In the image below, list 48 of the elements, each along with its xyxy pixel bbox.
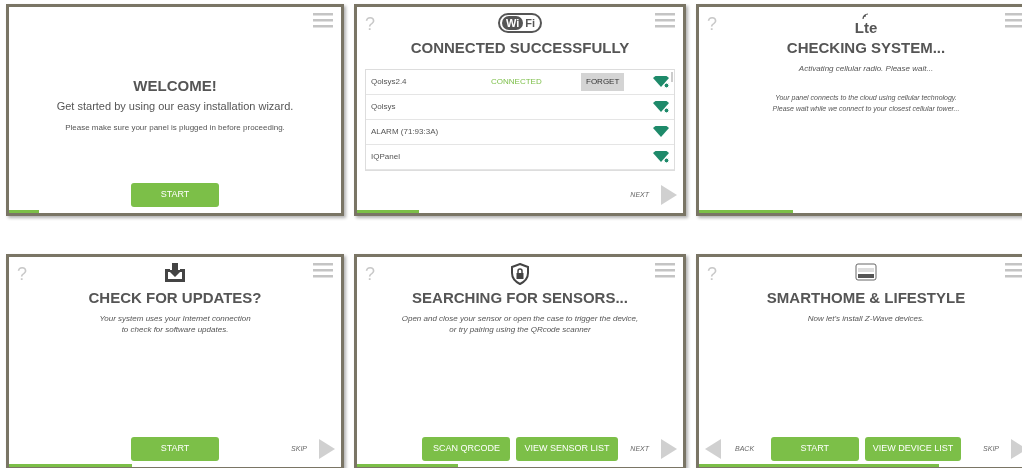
wizard-button[interactable]: VIEW DEVICE LIST — [864, 437, 962, 461]
wizard-button[interactable]: START — [770, 437, 859, 461]
scrollbar[interactable] — [671, 72, 673, 82]
network-row[interactable]: ALARM (71:93:3A) — [366, 120, 674, 145]
screen-title: CHECKING SYSTEM... — [786, 38, 946, 58]
description-text: Your system uses your Internet connection to check for software updates. — [99, 313, 251, 335]
description-text: Now let's install Z-Wave devices. — [807, 313, 925, 324]
screen-title: SMARTHOME & LIFESTYLE — [766, 288, 966, 308]
menu-icon[interactable] — [655, 13, 675, 28]
help-button[interactable]: ? — [707, 264, 717, 284]
screen-title: CHECK FOR UPDATES? — [88, 288, 262, 308]
wifi-logo: Wi Fi — [497, 13, 543, 33]
lte-logo: Lte — [854, 13, 878, 35]
forward-arrow-icon[interactable] — [319, 439, 335, 459]
screen-title: CONNECTED SUCCESSFULLY — [410, 38, 630, 58]
network-row[interactable]: Qolsys2.4 CONNECTED FORGET — [366, 70, 674, 95]
help-button[interactable]: ? — [707, 14, 717, 34]
menu-icon[interactable] — [655, 263, 675, 278]
back-arrow-icon[interactable] — [705, 439, 721, 459]
help-button[interactable]: ? — [17, 264, 27, 284]
wizard-button[interactable]: VIEW SENSOR LIST — [516, 437, 618, 461]
menu-icon[interactable] — [313, 13, 333, 28]
forward-arrow-icon[interactable] — [661, 185, 677, 205]
wizard-button[interactable]: SCAN QRCODE — [422, 437, 511, 461]
forget-button[interactable]: FORGET — [581, 73, 625, 91]
network-name: IQPanel — [371, 151, 401, 163]
description-text: Please make sure your panel is plugged in before proceeding. — [65, 122, 285, 133]
forward-arrow-icon[interactable] — [661, 439, 677, 459]
help-button[interactable]: ? — [365, 14, 375, 34]
menu-icon[interactable] — [313, 263, 333, 278]
shield-lock-icon — [510, 263, 530, 285]
menu-icon[interactable] — [1005, 13, 1022, 28]
network-row[interactable]: Qolsys — [366, 95, 674, 120]
description-text: Get started by using our easy installation wizard. — [56, 101, 294, 112]
network-name: Qolsys2.4 — [371, 76, 408, 88]
menu-icon[interactable] — [1005, 263, 1022, 278]
network-row[interactable]: IQPanel — [366, 145, 674, 170]
connection-status: CONNECTED — [491, 76, 542, 88]
network-name: ALARM (71:93:3A) — [371, 126, 440, 138]
help-button[interactable]: ? — [365, 264, 375, 284]
wizard-button[interactable]: START — [131, 183, 219, 207]
screen-title: SEARCHING FOR SENSORS... — [412, 288, 628, 308]
download-tray-icon — [164, 263, 186, 283]
wizard-button[interactable]: START — [131, 437, 219, 461]
screen-title: WELCOME! — [133, 76, 217, 96]
network-name: Qolsys — [371, 101, 397, 113]
description-text: Activating cellular radio. Please wait... — [798, 63, 934, 74]
description-text: Open and close your sensor or open the case to trigger the device, or try pairing using the QRcode scanner — [401, 313, 639, 335]
